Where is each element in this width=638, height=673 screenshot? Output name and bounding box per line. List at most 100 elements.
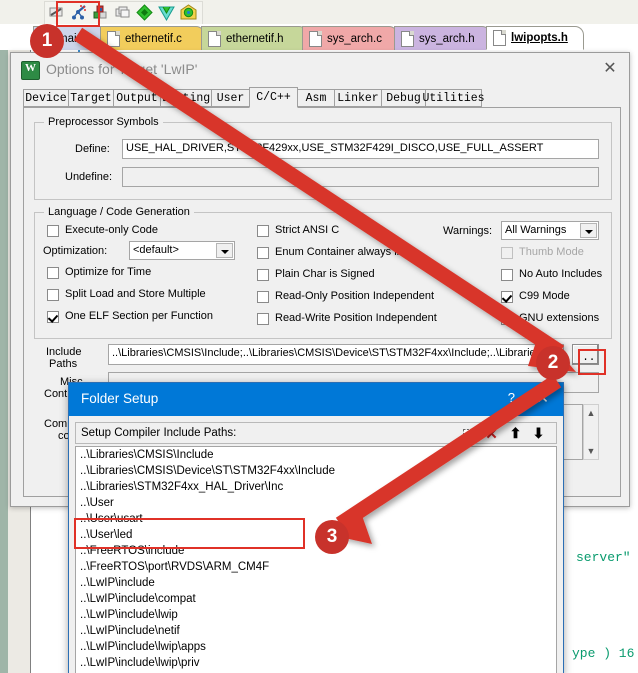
checkbox-enum-container-always-int[interactable] (257, 247, 269, 259)
options-dialog-titlebar: Options for Target 'LwIP' ✕ (11, 53, 629, 88)
options-tab-target[interactable]: Target (68, 89, 114, 107)
pack-installer-green-icon[interactable] (136, 3, 155, 23)
close-icon[interactable]: ✕ (536, 389, 549, 407)
checkbox-read-write-position-independent[interactable] (257, 313, 269, 325)
editor-tab-sys_arch-c[interactable]: sys_arch.c (302, 26, 398, 50)
include-path-item[interactable]: ..\Libraries\CMSIS\Device\ST\STM32F4xx\I… (76, 463, 556, 479)
language-code-generation-group: Language / Code Generation Execute-only … (34, 206, 612, 339)
options-tab-label: Asm (305, 91, 327, 105)
options-tab-utilities[interactable]: Utilities (422, 89, 485, 107)
editor-tab-ethernetif-h[interactable]: ethernetif.h (201, 26, 308, 50)
options-tab-label: User (216, 91, 245, 105)
checkbox-thumb-mode (501, 247, 513, 259)
options-tab-device[interactable]: Device (23, 89, 69, 107)
options-tab-linker[interactable]: Linker (334, 89, 382, 107)
file-icon (401, 30, 414, 47)
setup-include-paths-label: Setup Compiler Include Paths: (81, 427, 237, 439)
include-path-item[interactable]: ..\FreeRTOS\port\RVDS\ARM_CM4F (76, 559, 556, 575)
options-tab-output[interactable]: Output (113, 89, 161, 107)
editor-tab-sys_arch-h[interactable]: sys_arch.h (394, 26, 491, 50)
delete-path-icon[interactable]: ✕ (482, 424, 501, 443)
options-dialog-title: Options for Target 'LwIP' (46, 61, 198, 77)
options-tab-label: Linker (337, 91, 379, 105)
checkbox-read-only-position-independent[interactable] (257, 291, 269, 303)
checkbox-label: C99 Mode (519, 290, 570, 302)
pack-installer-teal-icon[interactable] (158, 4, 177, 23)
define-input[interactable]: USE_HAL_DRIVER,STM32F429xx,USE_STM32F429… (122, 139, 599, 159)
warnings-select[interactable]: All Warnings (501, 221, 599, 240)
options-tab-c-c-[interactable]: C/C++ (249, 87, 298, 108)
include-path-item[interactable]: ..\LwIP\include\lwip\priv (76, 655, 556, 671)
warnings-value: All Warnings (505, 224, 567, 236)
include-paths-input[interactable]: ..\Libraries\CMSIS\Include;..\Libraries\… (108, 344, 564, 365)
options-tab-label: Device (25, 91, 67, 105)
include-path-item[interactable]: ..\Libraries\CMSIS\Include (76, 447, 556, 463)
checkbox-plain-char-is-signed[interactable] (257, 269, 269, 281)
code-fragment: ype ) 16 (572, 646, 635, 661)
checkbox-split-load-and-store-multiple[interactable] (47, 289, 59, 301)
include-path-item[interactable]: ..\LwIP\include\compat (76, 591, 556, 607)
editor-tab-label: ethernetif.h (226, 32, 284, 45)
checkbox-strict-ansi-c[interactable] (257, 225, 269, 237)
help-icon[interactable]: ? (508, 390, 515, 405)
include-path-item[interactable]: ..\LwIP\include\lwip\apps (76, 639, 556, 655)
checkbox-execute-only-code[interactable] (47, 225, 59, 237)
folder-dialog-title: Folder Setup (81, 391, 159, 406)
checkbox-label: Enum Container always int (275, 246, 406, 258)
scroll-up-icon[interactable]: ▲ (584, 405, 598, 421)
checkbox-optimize-for-time[interactable] (47, 267, 59, 279)
folder-dialog-toolbar: Setup Compiler Include Paths: ✕ ⬆ ⬇ (75, 422, 557, 444)
include-path-item[interactable]: ..\Libraries\STM32F4xx_HAL_Driver\Inc (76, 479, 556, 495)
options-tab-debug[interactable]: Debug (381, 89, 426, 107)
include-path-item[interactable]: ..\LwIP\include (76, 575, 556, 591)
new-path-icon[interactable] (459, 424, 478, 443)
editor-tab-label: ethernetif.c (125, 32, 182, 45)
checkbox-no-auto-includes[interactable] (501, 269, 513, 281)
checkbox-label: Split Load and Store Multiple (65, 288, 206, 300)
step-badge-3: 3 (315, 520, 349, 554)
options-tab-label: Target (70, 91, 112, 105)
file-icon (309, 30, 322, 47)
pack-installer-yellow-icon[interactable] (180, 3, 199, 23)
compiler-string-scrollbar[interactable]: ▲ ▼ (583, 404, 599, 460)
scroll-down-icon[interactable]: ▼ (584, 443, 598, 459)
optimization-label: Optimization: (43, 245, 108, 257)
editor-tab-lwipopts-h[interactable]: lwipopts.h (486, 26, 584, 50)
options-tab-label: C/C++ (256, 91, 291, 104)
checkbox-label: Plain Char is Signed (275, 268, 375, 280)
move-down-icon[interactable]: ⬇ (529, 424, 548, 443)
step-badge-1: 1 (30, 24, 64, 58)
step-badge-2: 2 (536, 346, 570, 380)
chevron-down-icon[interactable] (216, 243, 233, 258)
editor-tab-strip[interactable]: main.c ethernetif.c ethernetif.h sys_arch.c… (0, 24, 638, 50)
file-icon (493, 30, 506, 46)
preprocessor-symbols-group: Preprocessor Symbols Define: USE_HAL_DRI… (34, 116, 612, 200)
options-tab-label: Utilities (422, 91, 485, 105)
checkbox-c99-mode[interactable] (501, 291, 513, 303)
options-tab-listing[interactable]: Listing (160, 89, 212, 107)
move-up-icon[interactable]: ⬆ (506, 424, 525, 443)
code-fragment: server" (576, 550, 631, 565)
undefine-input[interactable] (122, 167, 599, 187)
optimization-select[interactable]: <default> (129, 241, 235, 260)
include-paths-list[interactable]: ..\Libraries\CMSIS\Include ..\Libraries\C… (75, 446, 557, 673)
options-tab-bar[interactable]: Device Target Output Listing User C/C++ Asm Lin… (23, 87, 619, 108)
multi-project-icon[interactable] (114, 4, 133, 23)
options-tab-label: Debug (386, 91, 421, 105)
include-path-item[interactable]: ..\LwIP\include\netif (76, 623, 556, 639)
annotation-box-freertos-paths (74, 518, 305, 549)
folder-dialog-titlebar: Folder Setup ? ✕ (69, 383, 563, 416)
close-icon[interactable]: ✕ (599, 59, 621, 79)
annotation-box-browse-button (578, 349, 606, 375)
checkbox-label: Thumb Mode (519, 246, 584, 258)
options-tab-asm[interactable]: Asm (297, 89, 335, 107)
checkbox-one-elf-section-per-function[interactable] (47, 311, 59, 323)
chevron-down-icon[interactable] (580, 223, 597, 238)
include-path-item[interactable]: ..\LwIP\include\lwip (76, 607, 556, 623)
editor-tab-ethernetif-c[interactable]: ethernetif.c (100, 26, 205, 50)
include-path-item[interactable]: ..\User (76, 495, 556, 511)
options-tab-user[interactable]: User (211, 89, 250, 107)
editor-tab-label: sys_arch.h (419, 32, 475, 45)
checkbox-gnu-extensions[interactable] (501, 313, 513, 325)
warnings-label: Warnings: (443, 225, 493, 237)
